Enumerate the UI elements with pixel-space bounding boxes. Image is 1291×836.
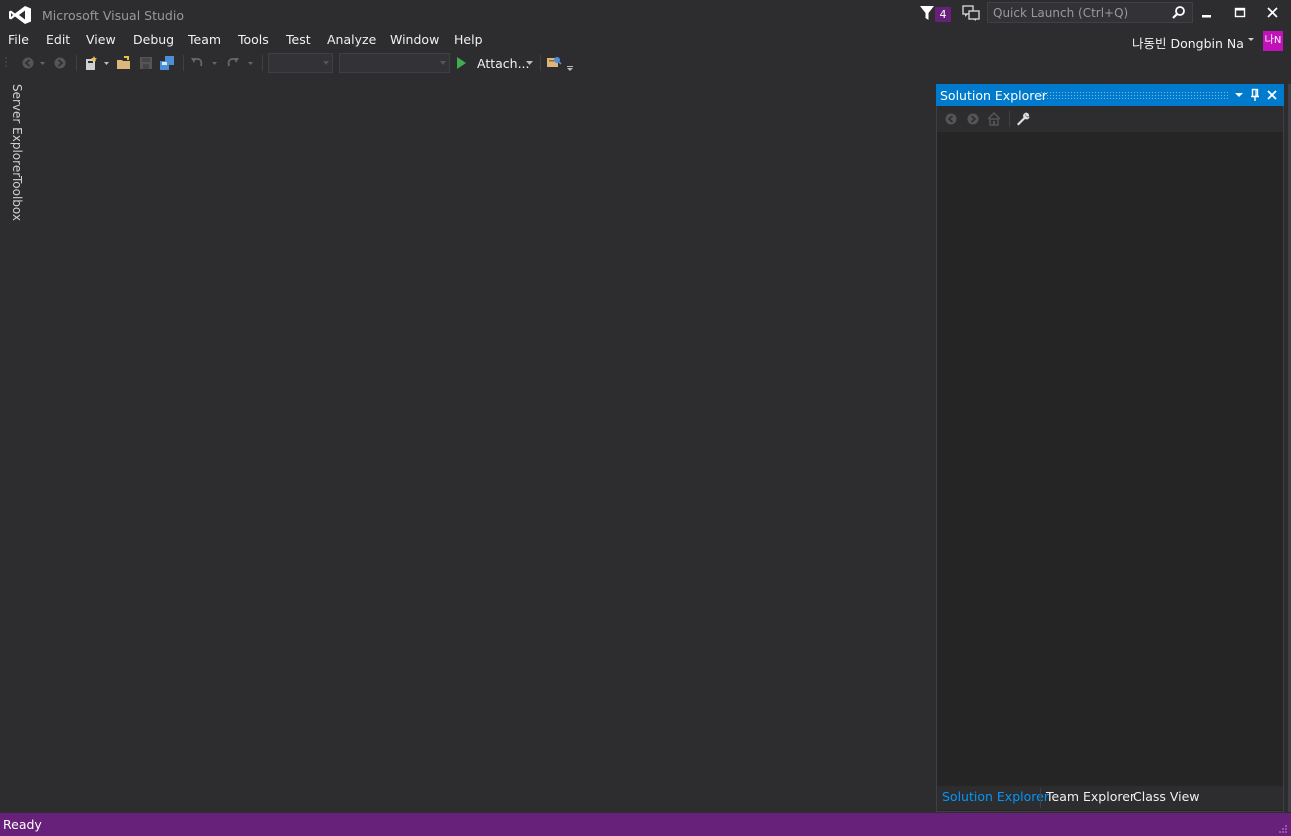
navigate-back-icon[interactable] [20, 55, 36, 71]
solution-tree[interactable] [937, 132, 1283, 786]
chevron-down-icon[interactable] [1232, 88, 1246, 102]
save-all-icon[interactable] [159, 55, 175, 71]
menu-help[interactable]: Help [454, 32, 483, 47]
menu-tools[interactable]: Tools [238, 32, 269, 47]
chevron-down-icon [440, 61, 446, 65]
quick-launch-box[interactable] [987, 2, 1193, 23]
attach-label: Attach... [477, 56, 530, 71]
window-title: Microsoft Visual Studio [42, 8, 184, 23]
menu-test[interactable]: Test [286, 32, 311, 47]
toolbar-separator [76, 55, 77, 71]
feedback-icon[interactable] [962, 4, 980, 22]
server-explorer-tab[interactable]: Server Explorer [2, 84, 24, 177]
menu-analyze[interactable]: Analyze [327, 32, 376, 47]
avatar[interactable]: 나N [1263, 31, 1283, 51]
toolbar-separator [262, 55, 263, 71]
menu-window[interactable]: Window [390, 32, 439, 47]
menu-file[interactable]: File [8, 32, 29, 47]
notifications-button[interactable]: 4 [920, 4, 952, 24]
account-name[interactable]: 나동빈 Dongbin Na [1132, 33, 1244, 52]
toolbar-separator [183, 55, 184, 71]
minimize-icon[interactable] [1192, 2, 1222, 24]
solution-explorer-toolbar [937, 106, 1283, 132]
open-file-icon[interactable] [116, 55, 132, 71]
toolbar-separator [540, 55, 541, 71]
save-icon[interactable] [138, 55, 154, 71]
solution-explorer-title: Solution Explorer [940, 88, 1047, 103]
menu-team[interactable]: Team [188, 32, 221, 47]
resize-grip-icon[interactable] [1276, 822, 1288, 834]
menu-edit[interactable]: Edit [46, 32, 70, 47]
title-bar: Microsoft Visual Studio 4 [0, 0, 1291, 30]
solution-platforms-dropdown[interactable] [339, 53, 450, 73]
menu-debug[interactable]: Debug [133, 32, 174, 47]
document-well [24, 76, 932, 812]
maximize-icon[interactable] [1225, 2, 1255, 24]
menu-bar: File Edit View Debug Team Tools Test Ana… [0, 30, 900, 50]
find-in-files-icon[interactable] [546, 55, 562, 71]
navigate-back-icon[interactable] [943, 111, 959, 127]
toolbar-overflow-icon[interactable] [566, 55, 574, 71]
navigate-forward-icon[interactable] [965, 111, 981, 127]
close-icon[interactable] [1258, 2, 1288, 24]
toolbar-separator [1009, 111, 1010, 127]
new-project-icon[interactable] [83, 55, 99, 71]
redo-icon[interactable] [225, 55, 241, 71]
tab-class-view[interactable]: Class View [1133, 789, 1200, 804]
tab-divider [1040, 788, 1041, 808]
chevron-down-icon[interactable] [211, 55, 219, 71]
menu-view[interactable]: View [86, 32, 116, 47]
panel-drag-grip[interactable] [1040, 91, 1230, 99]
visual-studio-logo-icon [9, 6, 31, 24]
search-icon[interactable] [1171, 5, 1186, 20]
properties-wrench-icon[interactable] [1015, 111, 1031, 127]
chevron-down-icon[interactable] [103, 55, 111, 71]
close-icon[interactable] [1265, 88, 1279, 102]
funnel-icon [920, 6, 934, 20]
status-bar: Ready [0, 813, 1291, 836]
undo-icon[interactable] [189, 55, 205, 71]
chevron-down-icon[interactable] [247, 55, 255, 71]
chevron-down-icon [323, 61, 329, 65]
solution-explorer-header[interactable]: Solution Explorer [936, 84, 1284, 106]
solution-configurations-dropdown[interactable] [268, 53, 333, 73]
home-icon[interactable] [986, 111, 1002, 127]
tab-solution-explorer[interactable]: Solution Explorer [942, 789, 1049, 804]
status-text: Ready [3, 817, 42, 832]
chevron-down-icon[interactable] [526, 61, 533, 66]
toolbox-tab[interactable]: Toolbox [2, 176, 24, 221]
tool-window-tabs: Solution Explorer Team Explorer Class Vi… [937, 786, 1283, 810]
quick-launch-input[interactable] [988, 3, 1168, 22]
chevron-down-icon[interactable] [1247, 36, 1255, 44]
standard-toolbar: Attach... [0, 52, 600, 74]
pin-icon[interactable] [1248, 88, 1262, 102]
toolbar-grip-icon[interactable] [4, 55, 10, 71]
notification-count-badge: 4 [935, 7, 951, 22]
navigate-forward-icon[interactable] [52, 55, 68, 71]
play-icon [457, 57, 466, 69]
chevron-down-icon[interactable] [39, 55, 47, 71]
tab-team-explorer[interactable]: Team Explorer [1046, 789, 1135, 804]
